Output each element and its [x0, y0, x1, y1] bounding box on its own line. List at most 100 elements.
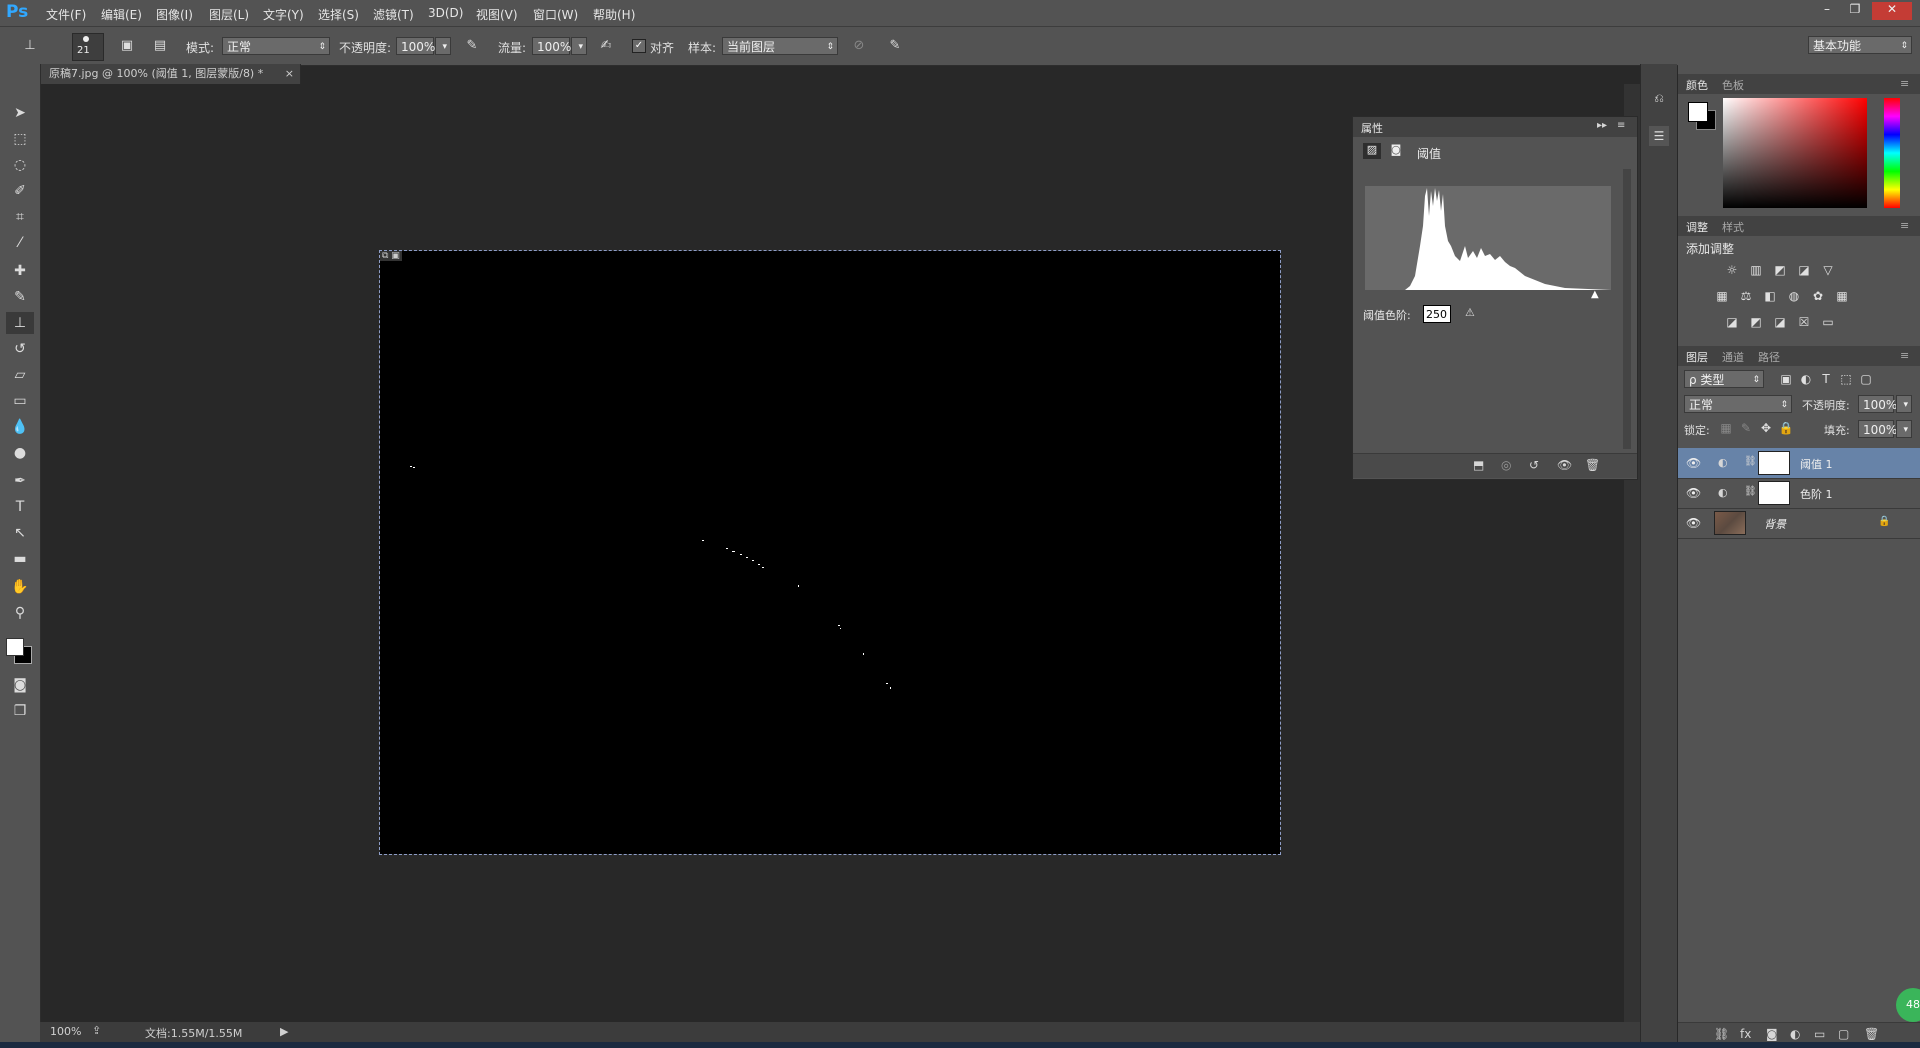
properties-scrollbar[interactable] [1623, 169, 1631, 449]
menu-select[interactable]: 选择(S) [318, 6, 359, 23]
menu-image[interactable]: 图像(I) [156, 6, 193, 23]
black-white-icon[interactable]: ◧ [1762, 288, 1778, 304]
new-layer-icon[interactable]: ▢ [1838, 1027, 1849, 1041]
adjustment-icon[interactable]: ▨ [1363, 143, 1381, 159]
layer-thumbnail[interactable] [1714, 511, 1746, 535]
layer-opacity-input[interactable]: 100% [1858, 395, 1897, 413]
add-mask-icon[interactable]: ◙ [1766, 1027, 1778, 1041]
panel-menu-icon[interactable]: ≡ [1900, 349, 1909, 362]
tab-styles[interactable]: 样式 [1722, 219, 1744, 235]
restore-button[interactable]: ❐ [1844, 2, 1866, 20]
dodge-tool-icon[interactable]: ● [6, 442, 34, 464]
healing-brush-tool-icon[interactable]: ✚ [6, 260, 34, 282]
layer-row-levels[interactable]: 👁 ◐ ⛓ 色阶 1 [1678, 478, 1920, 509]
layer-row-threshold[interactable]: 👁 ◐ ⛓ 阈值 1 [1678, 448, 1920, 479]
tab-swatches[interactable]: 色板 [1722, 77, 1744, 93]
delete-icon[interactable]: 🗑 [1585, 458, 1600, 472]
brightness-icon[interactable]: ☼ [1724, 262, 1740, 278]
document-tab[interactable]: 原稿7.jpg @ 100% (阈值 1, 图层蒙版/8) * × [41, 64, 301, 84]
history-brush-tool-icon[interactable]: ↺ [6, 338, 34, 360]
color-balance-icon[interactable]: ⚖ [1738, 288, 1754, 304]
menu-help[interactable]: 帮助(H) [593, 6, 635, 23]
lock-all-icon[interactable]: 🔒 [1778, 420, 1794, 436]
link-icon[interactable]: ⛓ [1744, 486, 1757, 497]
panel-menu-icon[interactable]: ≡ [1900, 219, 1909, 232]
gradient-tool-icon[interactable]: ▭ [6, 390, 34, 412]
tab-color[interactable]: 颜色 [1686, 77, 1708, 93]
crop-tool-icon[interactable]: ⌗ [6, 206, 34, 228]
close-button[interactable]: ✕ [1872, 2, 1912, 20]
menu-file[interactable]: 文件(F) [46, 6, 86, 23]
color-spectrum[interactable] [1723, 98, 1867, 208]
posterize-icon[interactable]: ◩ [1748, 314, 1764, 330]
channel-mixer-icon[interactable]: ✿ [1810, 288, 1826, 304]
quick-mask-icon[interactable]: ◙ [6, 674, 34, 696]
lasso-tool-icon[interactable]: ◌ [6, 154, 34, 176]
layer-row-background[interactable]: 👁 背景 🔒 [1678, 508, 1920, 539]
document-canvas[interactable]: ⧉ ▣ [379, 250, 1281, 855]
mask-icon[interactable]: ◙ [1387, 143, 1405, 159]
tab-layers[interactable]: 图层 [1686, 349, 1708, 365]
pen-tool-icon[interactable]: ✒ [6, 470, 34, 492]
flow-input[interactable]: 100% [532, 37, 571, 55]
selective-color-icon[interactable]: ☒ [1796, 314, 1812, 330]
new-adjustment-icon[interactable]: ◐ [1790, 1027, 1800, 1041]
layer-mask-thumbnail[interactable] [1758, 481, 1790, 505]
menu-edit[interactable]: 编辑(E) [101, 6, 142, 23]
invert-icon[interactable]: ◪ [1724, 314, 1740, 330]
visibility-icon[interactable]: 👁 [1686, 456, 1701, 470]
airbrush-icon[interactable]: ✍ [596, 36, 616, 56]
delete-layer-icon[interactable]: 🗑 [1864, 1027, 1879, 1041]
move-tool-icon[interactable]: ➤ [6, 102, 34, 124]
hue-saturation-icon[interactable]: ▦ [1714, 288, 1730, 304]
marquee-tool-icon[interactable]: ⬚ [6, 128, 34, 150]
filter-smart-icon[interactable]: ▢ [1858, 371, 1874, 387]
pressure-opacity-icon[interactable]: ✎ [462, 36, 482, 56]
menu-filter[interactable]: 滤镜(T) [373, 6, 414, 23]
menu-view[interactable]: 视图(V) [476, 6, 518, 23]
brush-panel-icon[interactable]: ▤ [150, 36, 170, 56]
blend-mode-select[interactable]: 正常 ⇕ [1684, 395, 1792, 413]
history-panel-icon[interactable]: ⎌ [1649, 88, 1669, 108]
visibility-icon[interactable]: 👁 [1557, 458, 1572, 472]
fill-input[interactable]: 100% [1858, 420, 1897, 438]
status-menu-icon[interactable]: ▶ [280, 1025, 288, 1038]
layer-name[interactable]: 阈值 1 [1800, 456, 1833, 472]
view-previous-icon[interactable]: ◎ [1501, 458, 1511, 472]
panel-menu-icon[interactable]: ≡ [1617, 120, 1625, 131]
tab-channels[interactable]: 通道 [1722, 349, 1744, 365]
collapse-icon[interactable]: ▸▸ [1597, 120, 1607, 131]
foreground-color-front[interactable] [6, 638, 24, 656]
hue-slider[interactable] [1884, 98, 1900, 208]
lock-pixels-icon[interactable]: ✎ [1738, 420, 1754, 436]
panel-menu-icon[interactable]: ≡ [1900, 77, 1909, 90]
filter-shape-icon[interactable]: ⬚ [1838, 371, 1854, 387]
eyedropper-tool-icon[interactable]: ⁄ [6, 232, 34, 254]
filter-pixel-icon[interactable]: ▣ [1778, 371, 1794, 387]
gradient-map-icon[interactable]: ▭ [1820, 314, 1836, 330]
sample-select[interactable]: 当前图层 ⇕ [722, 37, 838, 55]
fill-slider[interactable]: ▾ [1896, 420, 1912, 438]
reset-icon[interactable]: ↺ [1529, 458, 1539, 472]
clone-stamp-tool-icon[interactable]: ⊥ [6, 312, 34, 334]
color-foreground-swatch[interactable] [1688, 102, 1708, 122]
hand-tool-icon[interactable]: ✋ [6, 576, 34, 598]
minimize-button[interactable]: – [1816, 2, 1838, 20]
menu-3d[interactable]: 3D(D) [428, 6, 463, 20]
align-checkbox[interactable]: ✓ [632, 39, 646, 53]
menu-type[interactable]: 文字(Y) [263, 6, 304, 23]
layer-mask-thumbnail[interactable] [1758, 451, 1790, 475]
brush-tool-icon[interactable]: ✎ [6, 286, 34, 308]
layer-filter-select[interactable]: ρ 类型 ⇕ [1684, 370, 1764, 388]
eraser-tool-icon[interactable]: ▱ [6, 364, 34, 386]
filter-adjustment-icon[interactable]: ◐ [1798, 371, 1814, 387]
type-tool-icon[interactable]: T [6, 496, 34, 518]
exposure-icon[interactable]: ◪ [1796, 262, 1812, 278]
layer-style-icon[interactable]: fx [1740, 1027, 1751, 1041]
layer-name[interactable]: 色阶 1 [1800, 486, 1833, 502]
opacity-input[interactable]: 100% [396, 37, 435, 55]
clone-source-icon[interactable]: ▣ [117, 36, 137, 56]
ignore-adjustment-layers-icon[interactable]: ⊘ [849, 36, 869, 56]
photo-filter-icon[interactable]: ◍ [1786, 288, 1802, 304]
layer-opacity-slider[interactable]: ▾ [1896, 395, 1912, 413]
